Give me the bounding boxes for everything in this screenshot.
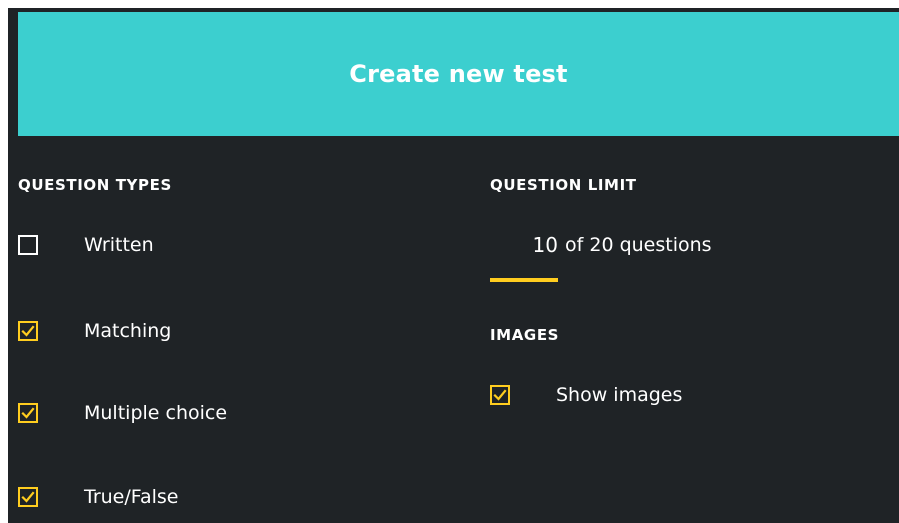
true-false-label: True/False bbox=[84, 486, 179, 508]
written-checkbox[interactable] bbox=[18, 235, 38, 255]
checkmark-icon bbox=[21, 407, 35, 419]
question-type-multiple-choice[interactable]: Multiple choice bbox=[18, 402, 227, 424]
question-limit-heading: QUESTION LIMIT bbox=[490, 176, 637, 194]
true-false-checkbox[interactable] bbox=[18, 487, 38, 507]
create-test-panel: Create new test QUESTION TYPES Written M… bbox=[8, 8, 899, 523]
question-limit-input[interactable] bbox=[490, 230, 558, 260]
question-types-heading: QUESTION TYPES bbox=[18, 176, 172, 194]
multiple-choice-label: Multiple choice bbox=[84, 402, 228, 424]
create-new-test-button[interactable]: Create new test bbox=[18, 12, 899, 136]
multiple-choice-checkbox[interactable] bbox=[18, 403, 38, 423]
question-limit-row: of 20 questions bbox=[490, 230, 712, 260]
question-type-matching[interactable]: Matching bbox=[18, 320, 171, 342]
checkmark-icon bbox=[21, 491, 35, 503]
images-heading: IMAGES bbox=[490, 326, 560, 344]
checkmark-icon bbox=[493, 389, 507, 401]
question-type-written[interactable]: Written bbox=[18, 234, 154, 256]
question-limit-suffix: of 20 questions bbox=[565, 234, 712, 256]
show-images-checkbox[interactable] bbox=[490, 385, 510, 405]
written-label: Written bbox=[84, 234, 154, 256]
show-images-label: Show images bbox=[556, 384, 683, 406]
checkmark-icon bbox=[21, 325, 35, 337]
question-limit-underline bbox=[490, 278, 558, 282]
show-images-option[interactable]: Show images bbox=[490, 384, 682, 406]
matching-label: Matching bbox=[84, 320, 172, 342]
matching-checkbox[interactable] bbox=[18, 321, 38, 341]
question-type-true-false[interactable]: True/False bbox=[18, 486, 178, 508]
